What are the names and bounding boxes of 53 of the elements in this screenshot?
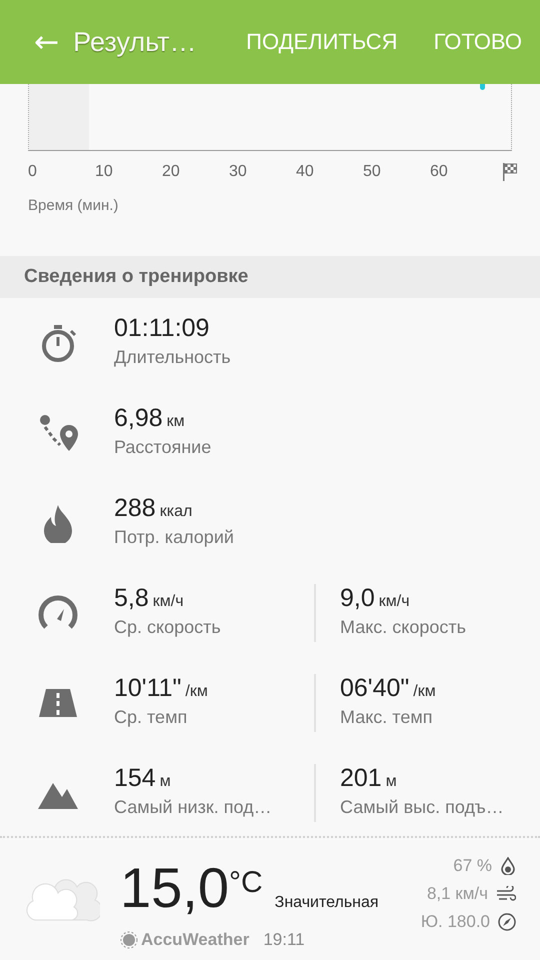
wind-icon [496, 886, 516, 902]
stat-unit: км [166, 413, 185, 430]
temperature: 15,0 [120, 856, 229, 920]
data-point [480, 84, 485, 90]
stat-value: 01:11:09 [114, 314, 210, 342]
stat-unit: /км [413, 683, 436, 700]
stat-label: Потр. калорий [114, 527, 235, 548]
axis-label: Время (мин.) [28, 197, 118, 214]
screen-title: Результ… [73, 26, 198, 58]
temperature-unit: °C [229, 866, 263, 900]
finish-flag-icon [502, 162, 518, 182]
stat-value: 288 [114, 494, 156, 522]
drop-icon [500, 857, 516, 875]
stat-label: Самый низк. под… [114, 797, 273, 818]
wind-speed: 8,1 км/ч [426, 884, 488, 904]
stat-value: 5,8 [114, 584, 149, 612]
axis-tick: 30 [229, 163, 248, 181]
stat-label: Длительность [114, 347, 232, 368]
stat-value: 9,0 [340, 584, 375, 612]
stat-label: Самый выс. подъ… [340, 797, 505, 818]
stat-value: 6,98 [114, 404, 163, 432]
axis-tick: 20 [162, 163, 181, 181]
axis-tick: 10 [95, 163, 114, 181]
axis-tick: 40 [296, 163, 315, 181]
share-button[interactable]: ПОДЕЛИТЬСЯ [224, 29, 398, 55]
stat-label: Макс. темп [340, 707, 434, 728]
stat-unit: /км [185, 683, 208, 700]
stat-unit: м [160, 773, 171, 790]
stat-label: Расстояние [114, 437, 212, 458]
stat-label: Макс. скорость [340, 617, 468, 638]
compass-icon [498, 913, 516, 931]
stat-unit: ккал [160, 503, 192, 520]
stat-unit: км/ч [152, 593, 184, 610]
provider-logo: AccuWeather [120, 930, 250, 950]
axis-tick: 50 [363, 163, 382, 181]
stat-value: 201 [340, 764, 382, 792]
weather-condition: Значительная [274, 894, 379, 912]
axis-tick: 0 [28, 163, 38, 181]
section-header: Сведения о тренировке [0, 256, 540, 298]
humidity: 67 % [453, 856, 492, 876]
axis-tick: 60 [430, 163, 449, 181]
stat-unit: м [386, 773, 397, 790]
stat-value: 10'11" [114, 674, 182, 702]
wind-direction: Ю. 180.0 [420, 912, 490, 932]
update-time: 19:11 [263, 930, 305, 950]
stat-label: Ср. темп [114, 707, 188, 728]
back-button[interactable]: ← [34, 24, 60, 60]
done-button[interactable]: ГОТОВО [412, 29, 522, 55]
stat-value: 154 [114, 764, 156, 792]
stat-value: 06'40" [340, 674, 410, 702]
stat-label: Ср. скорость [114, 617, 222, 638]
route-icon [38, 413, 78, 453]
stat-unit: км/ч [378, 593, 410, 610]
